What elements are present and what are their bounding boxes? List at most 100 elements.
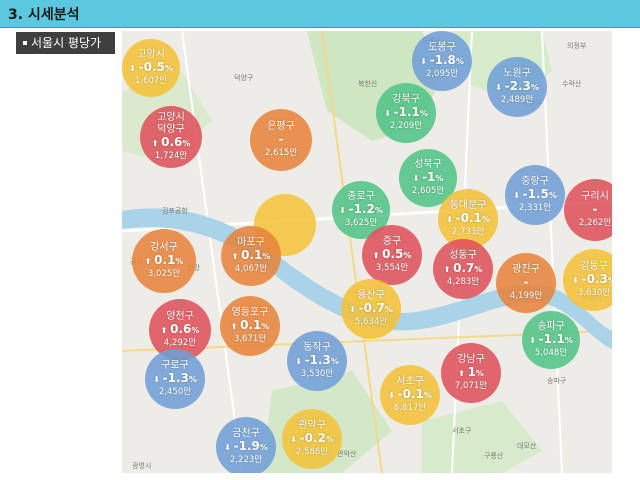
price-per-pyeong: 2,209만 — [389, 121, 423, 131]
map-label-text: 서울시 평당가 — [31, 36, 102, 50]
arrow-up-icon: ⬆ — [160, 326, 171, 335]
price-per-pyeong: 4,067만 — [234, 264, 268, 274]
district-bubble[interactable]: 고양시 ⬇ -0.5% 1,607만 — [122, 39, 180, 97]
change-rate: ⬇ -1.1% — [384, 105, 428, 119]
arrow-down-icon: ⬇ — [224, 443, 234, 452]
change-rate: - — [523, 275, 529, 289]
map-place-label: 수락산 — [562, 80, 582, 88]
arrow-down-icon: ⬇ — [412, 174, 423, 183]
bullet-icon — [23, 40, 27, 45]
price-per-pyeong: 3,530만 — [300, 369, 334, 379]
arrow-up-icon: ⬆ — [151, 139, 162, 148]
change-rate: ⬆ 0.5% — [372, 247, 412, 261]
change-rate: ⬆ 0.1% — [144, 253, 184, 267]
arrow-up-icon: ⬆ — [144, 257, 155, 266]
price-per-pyeong: 5,048만 — [534, 348, 568, 358]
district-bubble[interactable]: 서초구 ⬇ -0.1% 6,817만 — [380, 365, 440, 425]
district-bubble[interactable]: 송파구 ⬇ -1.1% 5,048만 — [522, 311, 580, 369]
map-place-label: 서초구 — [452, 427, 472, 435]
price-per-pyeong: 3,630만 — [577, 288, 611, 298]
map-label-badge: 서울시 평당가 — [16, 32, 115, 54]
price-per-pyeong: 1,724만 — [154, 151, 188, 161]
price-per-pyeong: 2,489만 — [500, 95, 534, 105]
change-rate: ⬇ -0.1% — [388, 387, 432, 401]
price-per-pyeong: 1,607만 — [134, 76, 168, 86]
change-rate: ⬇ -0.3% — [572, 272, 612, 286]
district-bubble[interactable]: 강서구 ⬆ 0.1% 3,025만 — [132, 229, 196, 293]
change-rate: - — [592, 202, 598, 216]
change-rate: ⬇ -1.5% — [513, 187, 557, 201]
district-bubble[interactable]: 강북구 ⬇ -1.1% 2,209만 — [376, 83, 436, 143]
price-per-pyeong: 2,733만 — [451, 227, 485, 237]
change-rate: ⬇ -1.9% — [224, 439, 268, 453]
price-per-pyeong: 6,817만 — [393, 403, 427, 413]
price-per-pyeong: 2,586만 — [295, 447, 329, 457]
change-rate: ⬇ -1.1% — [529, 332, 573, 346]
arrow-down-icon: ⬇ — [388, 391, 398, 400]
change-rate: ⬇ -1.8% — [420, 53, 464, 67]
change-rate: ⬇ -0.5% — [129, 60, 173, 74]
price-per-pyeong: 4,199만 — [509, 291, 543, 301]
district-bubble[interactable]: 고양시 덕양구 ⬆ 0.6% 1,724만 — [140, 106, 202, 168]
arrow-down-icon: ⬇ — [513, 191, 523, 200]
change-rate: ⬇ -1.3% — [295, 353, 339, 367]
district-bubble[interactable]: 금천구 ⬇ -1.9% 2,223만 — [216, 417, 276, 473]
district-bubble[interactable]: 은평구 -2,615만 — [250, 109, 312, 171]
district-name: 고양시 — [157, 112, 185, 123]
arrow-down-icon: ⬇ — [495, 83, 505, 92]
district-bubble[interactable]: 동작구 ⬇ -1.3% 3,530만 — [287, 331, 347, 391]
map-place-label: 의정부 — [567, 42, 587, 50]
arrow-down-icon: ⬇ — [529, 336, 539, 345]
change-rate: ⬇ -0.1% — [446, 211, 490, 225]
map-place-label: 관악산 — [337, 450, 357, 458]
district-bubble[interactable]: 강남구 ⬆ 1% 7,071만 — [441, 343, 501, 403]
arrow-down-icon: ⬇ — [153, 375, 163, 384]
district-bubble[interactable]: 구로구 ⬇ -1.3% 2,450만 — [145, 349, 205, 409]
price-per-pyeong: 3,554만 — [375, 263, 409, 273]
arrow-up-icon: ⬆ — [231, 252, 242, 261]
arrow-up-icon: ⬆ — [230, 322, 241, 331]
district-bubble[interactable]: 마포구 ⬆ 0.1% 4,067만 — [221, 226, 281, 286]
change-rate: ⬆ 0.1% — [231, 248, 271, 262]
map-place-label: 광명시 — [132, 462, 152, 470]
arrow-down-icon: ⬇ — [420, 57, 430, 66]
change-rate: - — [278, 132, 284, 146]
district-bubble[interactable]: 광진구 -4,199만 — [496, 253, 556, 313]
district-bubble[interactable]: 중구 ⬆ 0.5% 3,554만 — [362, 225, 422, 285]
map-place-label: 김포공항 — [162, 207, 188, 215]
change-rate: ⬇ -0.2% — [290, 431, 334, 445]
price-per-pyeong: 2,605만 — [411, 186, 445, 196]
price-per-pyeong: 2,262만 — [578, 218, 612, 228]
map-place-label: 덕양구 — [234, 74, 254, 82]
district-bubble[interactable]: 용산구 ⬇ -0.7% 5,634만 — [341, 279, 401, 339]
price-per-pyeong: 5,634만 — [354, 317, 388, 327]
district-bubble[interactable]: 중랑구 ⬇ -1.5% 2,331만 — [505, 165, 565, 225]
arrow-down-icon: ⬇ — [295, 357, 305, 366]
arrow-down-icon: ⬇ — [349, 305, 359, 314]
district-bubble[interactable]: 성동구 ⬆ 0.7% 4,283만 — [433, 239, 493, 299]
seoul-map[interactable]: 덕양구북한산노원구의정부강서김포공항한강광명시서초구관악산구룡산대모산하남시송파… — [122, 31, 612, 473]
price-per-pyeong: 2,450만 — [158, 387, 192, 397]
district-bubble[interactable]: 노원구 ⬇ -2.3% 2,489만 — [487, 57, 547, 117]
price-per-pyeong: 3,025만 — [147, 269, 181, 279]
arrow-down-icon: ⬇ — [384, 109, 394, 118]
district-bubble[interactable]: 도봉구 ⬇ -1.8% 2,095만 — [412, 31, 472, 91]
arrow-down-icon: ⬇ — [572, 276, 582, 285]
change-rate: ⬇ -1% — [412, 170, 444, 184]
section-header: 3. 시세분석 — [0, 0, 640, 28]
price-per-pyeong: 2,223만 — [229, 455, 263, 465]
change-rate: ⬇ -1.2% — [339, 202, 383, 216]
change-rate: ⬆ 0.1% — [230, 318, 270, 332]
district-bubble[interactable]: 관악구 ⬇ -0.2% 2,586만 — [282, 409, 342, 469]
change-rate: ⬆ 0.7% — [443, 261, 483, 275]
arrow-up-icon: ⬆ — [458, 369, 468, 378]
arrow-down-icon: ⬇ — [290, 435, 300, 444]
district-bubble[interactable]: 영등포구 ⬆ 0.1% 3,671만 — [220, 296, 280, 356]
change-rate: ⬆ 1% — [458, 365, 484, 379]
change-rate: ⬇ -1.3% — [153, 371, 197, 385]
price-per-pyeong: 4,292만 — [163, 338, 197, 348]
change-rate: ⬇ -0.7% — [349, 301, 393, 315]
arrow-down-icon: ⬇ — [129, 64, 139, 73]
arrow-down-icon: ⬇ — [446, 215, 456, 224]
price-per-pyeong: 3,671만 — [233, 334, 267, 344]
